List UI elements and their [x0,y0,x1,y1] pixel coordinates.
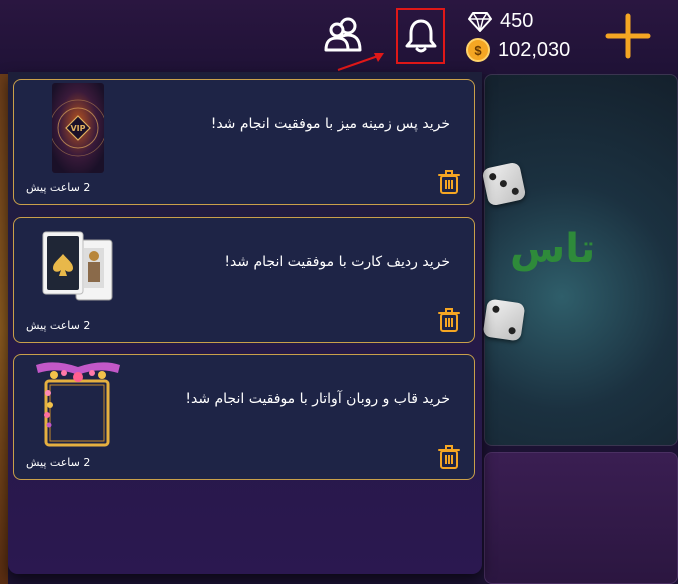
bell-icon [405,19,436,53]
plus-icon [605,13,651,59]
trash-icon [438,170,460,194]
notification-time: 2 ساعت پیش [26,181,91,194]
coins-value: 102,030 [498,38,571,61]
delete-notification-button[interactable] [438,308,460,332]
gems-value: 450 [500,10,534,32]
notifications-bell-button[interactable] [396,8,445,64]
vip-label: VIP [70,124,85,133]
delete-notification-button[interactable] [438,170,460,194]
trash-icon [438,445,460,469]
notification-title: خرید پس زمینه میز با موفقیت انجام شد! [210,116,450,132]
background-strip [0,74,8,584]
gems-counter: 450 [468,10,533,33]
add-currency-button[interactable] [604,12,652,60]
card-row-thumbnail [42,230,118,302]
table-background-thumbnail: VIP [49,83,107,173]
background-game-tile [484,452,678,584]
dice-image [482,298,526,342]
notification-title: خرید قاب و روبان آواتار با موفقیت انجام … [185,391,450,407]
notification-card[interactable]: خرید ردیف کارت با موفقیت انجام شد! 2 ساع… [13,217,475,343]
coins-counter: $ 102,030 [466,38,570,62]
notification-card[interactable]: VIP خرید پس زمینه میز با موفقیت انجام شد… [13,79,475,205]
dice-image [481,161,527,207]
notification-card[interactable]: خرید قاب و روبان آواتار با موفقیت انجام … [13,354,475,480]
trash-icon [438,308,460,332]
notifications-panel: VIP خرید پس زمینه میز با موفقیت انجام شد… [8,72,482,574]
notification-time: 2 ساعت پیش [26,319,91,332]
diamond-icon [468,11,492,32]
annotation-arrow [337,53,384,71]
background-game-title: تاس [510,226,597,272]
coin-icon: $ [466,38,490,62]
delete-notification-button[interactable] [438,445,460,469]
notification-time: 2 ساعت پیش [26,456,91,469]
friends-icon[interactable] [324,16,364,52]
avatar-frame-thumbnail [34,359,122,449]
notification-title: خرید ردیف کارت با موفقیت انجام شد! [224,254,450,270]
